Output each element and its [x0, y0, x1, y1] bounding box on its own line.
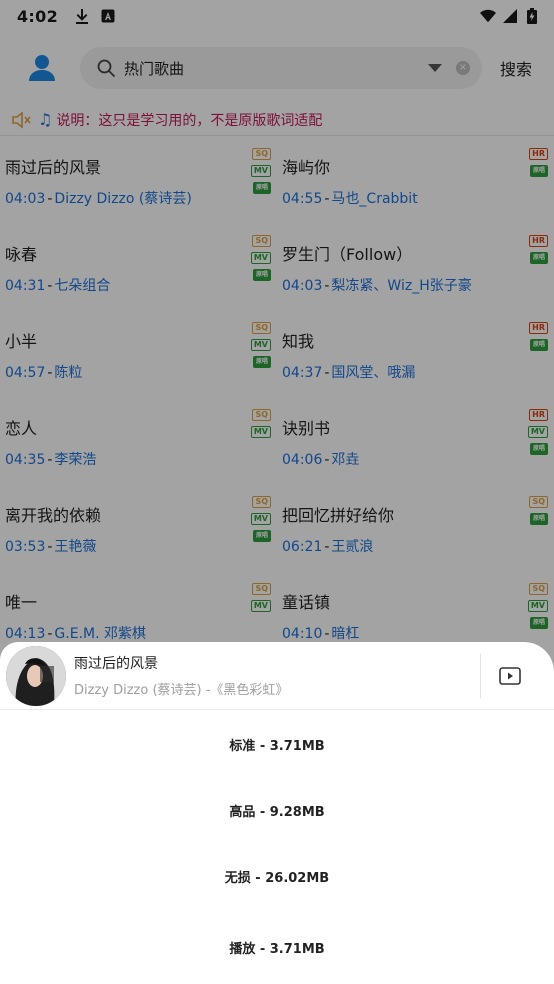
option-standard[interactable]: 标准 - 3.71MB — [0, 735, 554, 754]
divider — [480, 654, 481, 698]
option-play[interactable]: 播放 - 3.71MB — [0, 938, 554, 957]
play-video-button[interactable] — [498, 664, 522, 688]
sheet-header: 雨过后的风景 Dizzy Dizzo (蔡诗芸) -《黑色彩虹》 — [0, 642, 554, 710]
sheet-song-subtitle: Dizzy Dizzo (蔡诗芸) -《黑色彩虹》 — [74, 683, 289, 698]
option-lossless[interactable]: 无损 - 26.02MB — [0, 867, 554, 886]
sheet-song-title: 雨过后的风景 — [74, 656, 158, 672]
option-high-quality[interactable]: 高品 - 9.28MB — [0, 801, 554, 820]
video-play-icon — [499, 667, 521, 685]
album-art — [6, 645, 66, 706]
quality-bottom-sheet: 雨过后的风景 Dizzy Dizzo (蔡诗芸) -《黑色彩虹》 标准 - 3.… — [0, 642, 554, 984]
